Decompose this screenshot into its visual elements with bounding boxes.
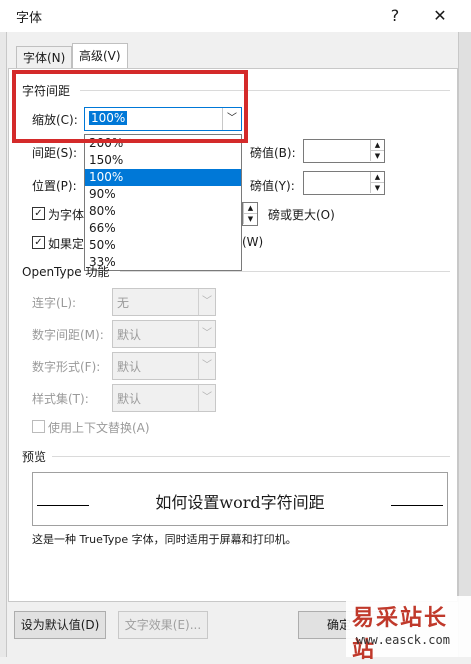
preview-text: 如何设置word字符间距 <box>155 493 325 512</box>
scale-option[interactable]: 50% <box>85 237 241 254</box>
spin-down-icon[interactable]: ▼ <box>243 214 257 224</box>
preview-group-label: 预览 <box>22 450 47 464</box>
group-divider <box>52 456 450 457</box>
group-divider <box>120 271 450 272</box>
window-title: 字体 <box>16 11 43 26</box>
opentype-group-label: OpenType 功能 <box>22 265 110 279</box>
position-by-label: 磅值(Y): <box>250 179 295 193</box>
preview-box: 如何设置word字符间距 <box>32 472 448 526</box>
num-forms-label: 数字形式(F): <box>32 360 101 374</box>
close-button[interactable]: ✕ <box>426 4 454 28</box>
contextual-label: 使用上下文替换(A) <box>48 421 150 435</box>
set-default-button[interactable]: 设为默认值(D) <box>14 611 106 639</box>
position-label: 位置(P): <box>32 179 77 193</box>
scale-option[interactable]: 90% <box>85 186 241 203</box>
contextual-checkbox[interactable] <box>32 420 45 433</box>
chevron-down-icon: ﹀ <box>198 289 215 315</box>
right-window-edge <box>458 32 471 657</box>
grid-checkbox[interactable]: ✓ <box>32 236 45 249</box>
scale-option[interactable]: 66% <box>85 220 241 237</box>
title-bar: 字体 ? ✕ <box>0 0 471 32</box>
spin-down-icon[interactable]: ▼ <box>370 183 384 193</box>
text-effects-button[interactable]: 文字效果(E)... <box>118 611 208 639</box>
scale-option[interactable]: 150% <box>85 152 241 169</box>
ligatures-combo[interactable]: 无 ﹀ <box>112 288 216 316</box>
tab-font[interactable]: 字体(N) <box>16 46 73 69</box>
num-forms-combo[interactable]: 默认 ﹀ <box>112 352 216 380</box>
chevron-down-icon: ﹀ <box>198 385 215 411</box>
grid-suffix: (W) <box>242 235 264 249</box>
spin-down-icon[interactable]: ▼ <box>370 151 384 161</box>
spacing-by-label: 磅值(B): <box>250 146 296 160</box>
ligatures-label: 连字(L): <box>32 296 77 310</box>
spin-up-icon[interactable]: ▲ <box>243 203 257 214</box>
num-spacing-combo[interactable]: 默认 ﹀ <box>112 320 216 348</box>
spin-up-icon[interactable]: ▲ <box>370 172 384 183</box>
style-sets-combo[interactable]: 默认 ﹀ <box>112 384 216 412</box>
kerning-label: 为字体 <box>48 208 85 222</box>
scale-option-selected[interactable]: 100% <box>85 169 241 186</box>
kerning-suffix: 磅或更大(O) <box>268 208 335 222</box>
preview-line-right <box>391 505 443 506</box>
chevron-down-icon: ﹀ <box>198 353 215 379</box>
kerning-spinner[interactable]: ▲ ▼ <box>242 202 258 226</box>
kerning-checkbox[interactable]: ✓ <box>32 207 45 220</box>
scale-option[interactable]: 80% <box>85 203 241 220</box>
spacing-by-spinner[interactable]: ▲ ▼ <box>303 139 385 163</box>
watermark-logo: 易采站长站 <box>352 605 449 663</box>
spacing-label: 间距(S): <box>32 146 78 160</box>
spin-up-icon[interactable]: ▲ <box>370 140 384 151</box>
num-spacing-label: 数字间距(M): <box>32 328 104 342</box>
style-sets-label: 样式集(T): <box>32 392 89 406</box>
grid-label: 如果定 <box>48 237 85 251</box>
preview-note: 这是一种 TrueType 字体，同时适用于屏幕和打印机。 <box>32 533 297 546</box>
tab-advanced[interactable]: 高级(V) <box>72 43 128 69</box>
chevron-down-icon: ﹀ <box>198 321 215 347</box>
help-button[interactable]: ? <box>381 4 409 28</box>
scale-dropdown-list: 200% 150% 100% 90% 80% 66% 50% 33% <box>84 134 242 271</box>
highlight-box <box>12 70 248 143</box>
watermark-url: www.easck.com <box>356 633 450 647</box>
position-by-spinner[interactable]: ▲ ▼ <box>303 171 385 195</box>
left-window-edge <box>0 0 7 657</box>
